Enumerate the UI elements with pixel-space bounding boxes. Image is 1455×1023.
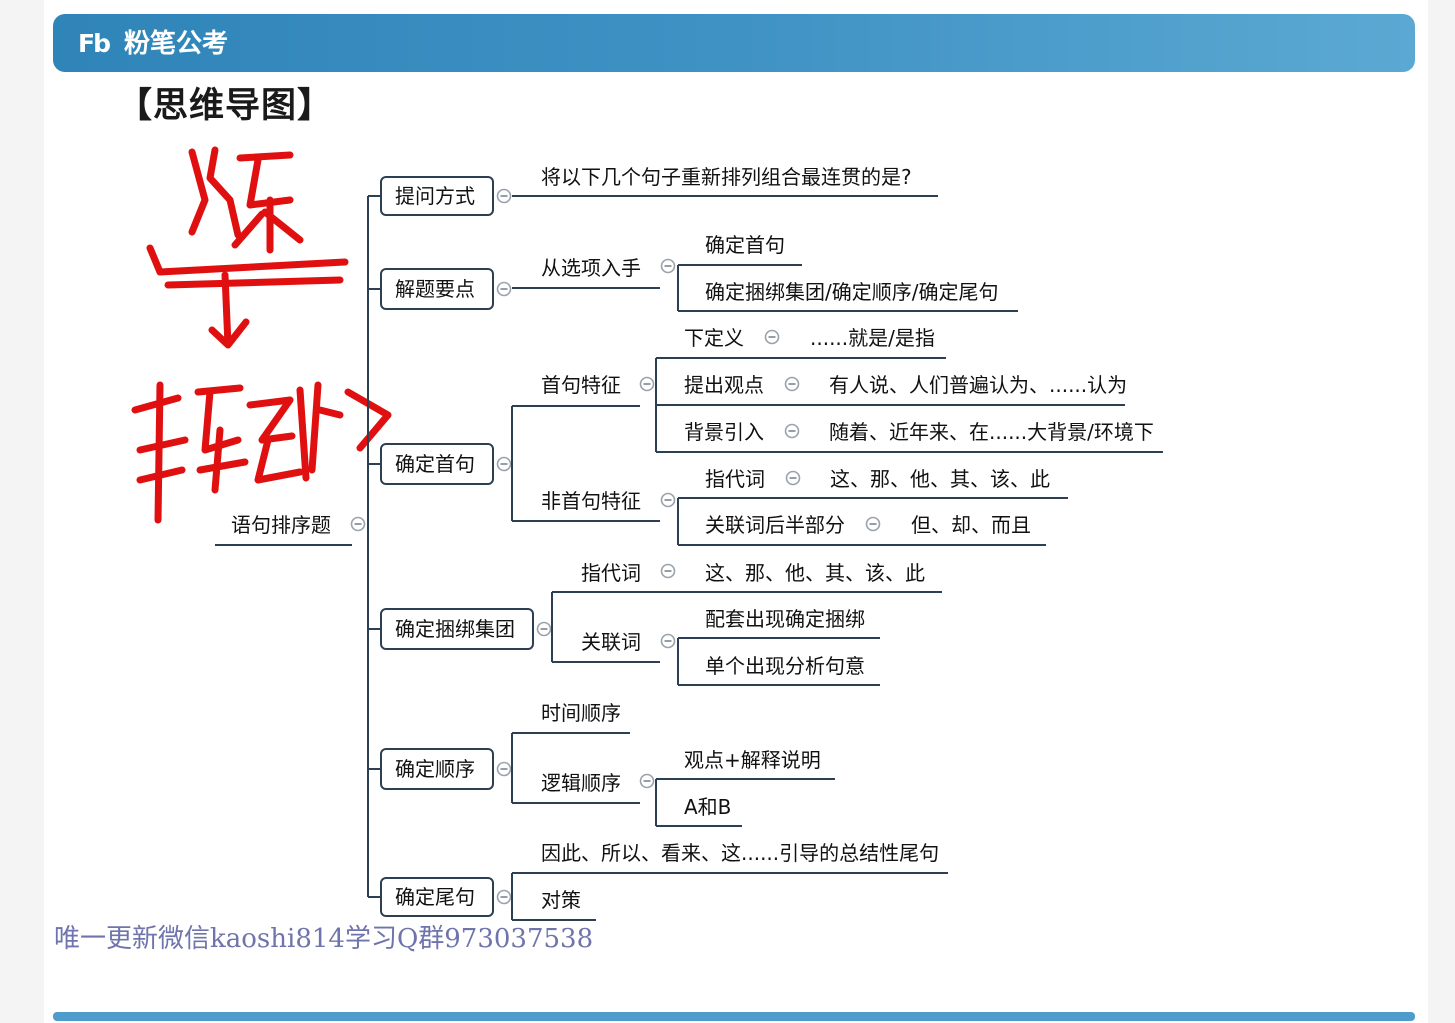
node-label: 关联词 [581,630,641,654]
leaf-label: 因此、所以、看来、这......引导的总结性尾句 [541,841,939,865]
node-label: 首句特征 [541,373,621,397]
branch-label: 确定首句 [395,452,475,476]
node-label: 非首句特征 [541,489,641,513]
leaf-label: 配套出现确定捆绑 [705,607,865,631]
leaf-label: 确定首句 [705,233,785,257]
branch-label: 确定尾句 [395,885,475,909]
leaf-label: 单个出现分析句意 [705,654,865,678]
branch-label: 确定捆绑集团 [395,617,515,641]
leaf-label: 有人说、人们普遍认为、......认为 [829,373,1127,397]
leaf-label: 这、那、他、其、该、此 [705,561,925,585]
watermark-text: 唯一更新微信kaoshi814学习Q群973037538 [54,924,594,954]
branch-label: 提问方式 [395,184,475,208]
node-label: 指代词 [581,561,641,585]
mindmap-diagram: 语句排序题提问方式解题要点确定首句确定捆绑集团确定顺序确定尾句将以下几个句子重新… [131,146,1163,921]
leaf-label: 但、却、而且 [911,513,1031,537]
node-label: 背景引入 [684,420,764,444]
branch-label: 解题要点 [395,277,475,301]
leaf-label: ......就是/是指 [810,326,935,350]
node-label: 下定义 [684,326,744,350]
root-label: 语句排序题 [231,513,331,537]
leaf-label: 随着、近年来、在......大背景/环境下 [829,420,1154,444]
node-label: 从选项入手 [541,256,641,280]
node-label: 逻辑顺序 [541,771,621,795]
leaf-label: 时间顺序 [541,701,621,725]
node-label: 提出观点 [684,373,764,397]
leaf-label: 确定捆绑集团/确定顺序/确定尾句 [705,280,998,304]
handwritten-annotation-icon [131,146,392,524]
node-label: 指代词 [705,467,765,491]
branch-label: 确定顺序 [395,757,475,781]
leaf-label: 将以下几个句子重新排列组合最连贯的是? [541,165,912,189]
footer-bar [53,1012,1415,1021]
mindmap-nodes: 语句排序题提问方式解题要点确定首句确定捆绑集团确定顺序确定尾句将以下几个句子重新… [215,165,1163,921]
leaf-label: 观点+解释说明 [684,748,821,772]
node-label: 关联词后半部分 [705,513,845,537]
leaf-label: A和B [684,795,731,819]
leaf-label: 对策 [541,888,581,912]
leaf-label: 这、那、他、其、该、此 [830,467,1050,491]
